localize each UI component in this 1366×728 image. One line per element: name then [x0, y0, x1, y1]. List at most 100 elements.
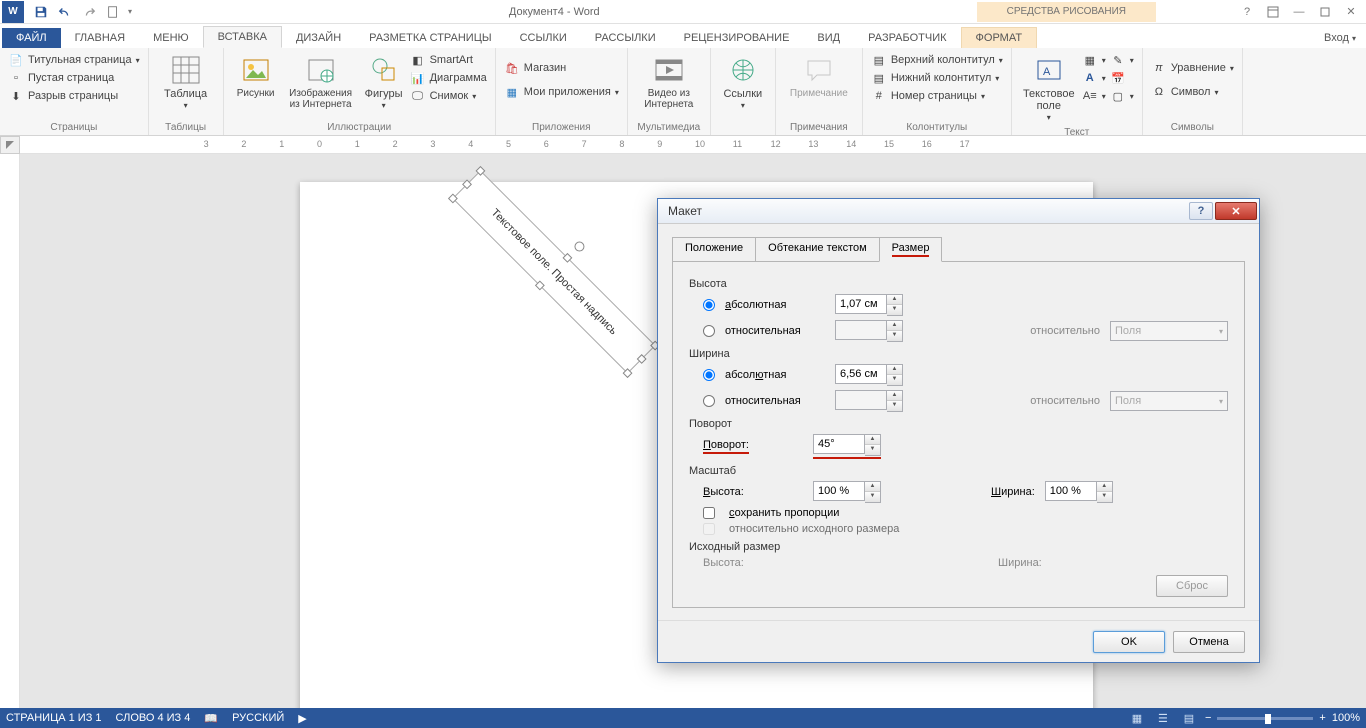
width-absolute-input[interactable] — [835, 364, 887, 384]
tab-insert[interactable]: ВСТАВКА — [203, 26, 282, 48]
chart-button[interactable]: 📊Диаграмма — [410, 70, 487, 86]
width-absolute-spinner[interactable]: ▲▼ — [835, 364, 903, 386]
resize-handle[interactable] — [462, 179, 472, 189]
page-number-button[interactable]: #Номер страницы ▾ — [871, 88, 1003, 104]
resize-handle[interactable] — [623, 368, 633, 378]
height-absolute-spinner[interactable]: ▲▼ — [835, 294, 903, 316]
spin-down-icon[interactable]: ▼ — [865, 445, 880, 455]
rotation-input[interactable] — [813, 434, 865, 454]
spin-up-icon[interactable]: ▲ — [1097, 482, 1112, 492]
lock-aspect-checkbox[interactable] — [703, 507, 715, 519]
spin-up-icon[interactable]: ▲ — [865, 435, 880, 445]
rotation-spinner[interactable]: ▲▼ — [813, 434, 881, 459]
table-button[interactable]: Таблица▾ — [157, 52, 215, 113]
save-icon[interactable] — [32, 3, 50, 21]
spin-down-icon[interactable]: ▼ — [887, 305, 902, 315]
height-absolute-radio[interactable] — [703, 299, 715, 311]
resize-handle[interactable] — [535, 280, 545, 290]
zoom-thumb[interactable] — [1265, 714, 1271, 724]
tab-mailings[interactable]: РАССЫЛКИ — [581, 28, 670, 48]
new-doc-icon[interactable] — [104, 3, 122, 21]
tab-page-layout[interactable]: РАЗМЕТКА СТРАНИЦЫ — [355, 28, 505, 48]
cover-page-button[interactable]: 📄Титульная страница ▾ — [8, 52, 140, 68]
tab-review[interactable]: РЕЦЕНЗИРОВАНИЕ — [670, 28, 804, 48]
symbol-button[interactable]: ΩСимвол ▾ — [1151, 84, 1234, 100]
screenshot-button[interactable]: 🖵Снимок ▾ — [410, 88, 487, 104]
rotation-handle[interactable] — [572, 239, 586, 253]
object-button[interactable]: ▢▾ — [1110, 88, 1134, 104]
spin-down-icon[interactable]: ▼ — [887, 375, 902, 385]
rotated-textbox[interactable]: Текстовое поле. Простая надпись — [452, 170, 656, 374]
proofing-icon[interactable]: 📖 — [204, 712, 218, 725]
blank-page-button[interactable]: ▫Пустая страница — [8, 70, 140, 86]
spin-up-icon[interactable]: ▲ — [887, 295, 902, 305]
dialog-tab-position[interactable]: Положение — [672, 237, 756, 262]
zoom-slider[interactable] — [1217, 717, 1313, 720]
links-button[interactable]: Ссылки▾ — [719, 52, 767, 113]
textbox-button[interactable]: AТекстовое поле▾ — [1020, 52, 1078, 125]
dialog-close-icon[interactable]: ✕ — [1215, 202, 1257, 220]
width-absolute-radio[interactable] — [703, 369, 715, 381]
zoom-out-button[interactable]: − — [1205, 712, 1211, 724]
ribbon-display-icon[interactable] — [1262, 3, 1284, 21]
macro-icon[interactable]: ▶ — [298, 712, 306, 725]
date-time-button[interactable]: 📅 — [1110, 70, 1134, 86]
word-count[interactable]: СЛОВО 4 ИЗ 4 — [116, 712, 191, 724]
signin-link[interactable]: Вход ▾ — [1314, 28, 1366, 48]
print-layout-view-icon[interactable]: ▦ — [1127, 710, 1147, 726]
resize-handle[interactable] — [476, 166, 486, 176]
zoom-in-button[interactable]: + — [1319, 712, 1325, 724]
help-icon[interactable]: ? — [1236, 3, 1258, 21]
scale-height-spinner[interactable]: ▲▼ — [813, 481, 881, 503]
wordart-button[interactable]: A▾ — [1082, 70, 1106, 86]
height-absolute-input[interactable] — [835, 294, 887, 314]
pictures-button[interactable]: Рисунки — [232, 52, 280, 101]
my-apps-button[interactable]: ▦Мои приложения ▾ — [504, 84, 619, 100]
dialog-tab-wrap[interactable]: Обтекание текстом — [755, 237, 880, 262]
resize-handle[interactable] — [448, 194, 458, 204]
signature-button[interactable]: ✎▾ — [1110, 52, 1134, 68]
maximize-icon[interactable] — [1314, 3, 1336, 21]
store-button[interactable]: 🛍Магазин — [504, 60, 619, 76]
online-pictures-button[interactable]: Изображения из Интернета — [284, 52, 358, 112]
spin-down-icon[interactable]: ▼ — [865, 492, 880, 502]
tab-menu[interactable]: Меню — [139, 28, 203, 48]
vertical-ruler[interactable] — [0, 154, 20, 708]
spin-up-icon[interactable]: ▲ — [887, 365, 902, 375]
horizontal-ruler[interactable]: 32101234567891011121314151617 — [20, 136, 1366, 154]
undo-icon[interactable] — [56, 3, 74, 21]
width-relative-radio[interactable] — [703, 395, 715, 407]
scale-width-input[interactable] — [1045, 481, 1097, 501]
tab-developer[interactable]: РАЗРАБОТЧИК — [854, 28, 960, 48]
page-break-button[interactable]: ⬇Разрыв страницы — [8, 88, 140, 104]
tab-home[interactable]: ГЛАВНАЯ — [61, 28, 139, 48]
resize-handle[interactable] — [637, 354, 647, 364]
ok-button[interactable]: OK — [1093, 631, 1165, 653]
tab-view[interactable]: ВИД — [803, 28, 854, 48]
online-video-button[interactable]: Видео из Интернета — [636, 52, 702, 112]
dialog-help-icon[interactable]: ? — [1189, 202, 1213, 220]
comment-button[interactable]: Примечание — [784, 52, 854, 101]
height-relative-radio[interactable] — [703, 325, 715, 337]
smartart-button[interactable]: ◧SmartArt — [410, 52, 487, 68]
minimize-icon[interactable]: — — [1288, 3, 1310, 21]
dialog-tab-size[interactable]: Размер — [879, 237, 943, 262]
read-mode-view-icon[interactable]: ☰ — [1153, 710, 1173, 726]
dialog-titlebar[interactable]: Макет ? ✕ — [658, 199, 1259, 224]
scale-height-input[interactable] — [813, 481, 865, 501]
web-layout-view-icon[interactable]: ▤ — [1179, 710, 1199, 726]
close-icon[interactable]: ✕ — [1340, 3, 1362, 21]
equation-button[interactable]: πУравнение ▾ — [1151, 60, 1234, 76]
tab-references[interactable]: ССЫЛКИ — [506, 28, 581, 48]
drop-cap-button[interactable]: A≡▾ — [1082, 88, 1106, 104]
tab-format[interactable]: ФОРМАТ — [961, 27, 1038, 48]
scale-width-spinner[interactable]: ▲▼ — [1045, 481, 1113, 503]
spin-down-icon[interactable]: ▼ — [1097, 492, 1112, 502]
quick-parts-button[interactable]: ▦▾ — [1082, 52, 1106, 68]
cancel-button[interactable]: Отмена — [1173, 631, 1245, 653]
redo-icon[interactable] — [80, 3, 98, 21]
shapes-button[interactable]: Фигуры▾ — [362, 52, 406, 113]
spin-up-icon[interactable]: ▲ — [865, 482, 880, 492]
tab-file[interactable]: ФАЙЛ — [2, 28, 61, 48]
page-count[interactable]: СТРАНИЦА 1 ИЗ 1 — [6, 712, 102, 724]
